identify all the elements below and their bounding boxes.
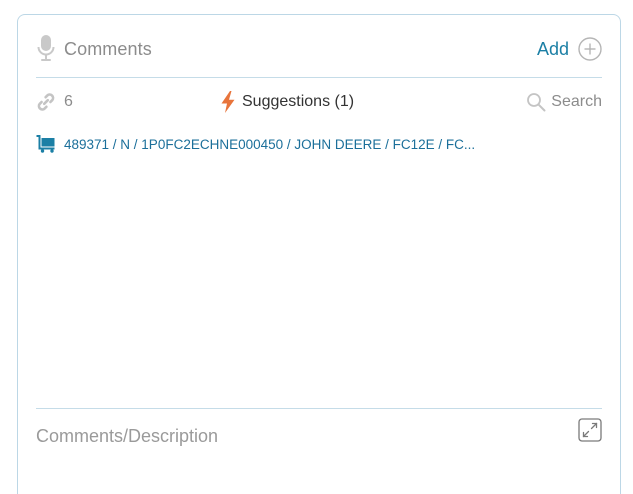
search-button[interactable]: Search (526, 92, 602, 112)
add-label: Add (536, 38, 569, 59)
suggestion-link: 489371 / N / 1P0FC2ECHNE000450 / JOHN DE… (64, 136, 476, 152)
suggestion-item[interactable]: 489371 / N / 1P0FC2ECHNE000450 / JOHN DE… (36, 135, 506, 153)
link-icon (37, 93, 55, 111)
comments-description-input[interactable] (36, 421, 570, 451)
comments-header: Comments Add (36, 33, 602, 63)
links-button[interactable]: 6 (36, 92, 73, 112)
search-label: Search (551, 93, 602, 110)
microphone-icon (37, 35, 55, 61)
search-icon (527, 93, 546, 112)
comments-panel: Comments Add 6 Suggestions (1) Search 48… (17, 14, 621, 494)
header-divider (36, 77, 602, 78)
add-comment-button[interactable]: Add (537, 35, 602, 63)
panel-title: Comments (64, 39, 152, 59)
lightning-bolt-icon (221, 91, 235, 113)
suggestions-label: Suggestions (1) (242, 93, 355, 110)
suggestions-tab[interactable]: Suggestions (1) (220, 91, 354, 113)
description-divider (36, 408, 602, 409)
expand-button[interactable] (578, 418, 602, 442)
plus-circle-icon (578, 37, 602, 61)
links-count: 6 (64, 93, 73, 110)
comments-toolbar: 6 Suggestions (1) Search (36, 89, 602, 115)
expand-icon (578, 418, 602, 442)
cart-icon (36, 135, 55, 153)
